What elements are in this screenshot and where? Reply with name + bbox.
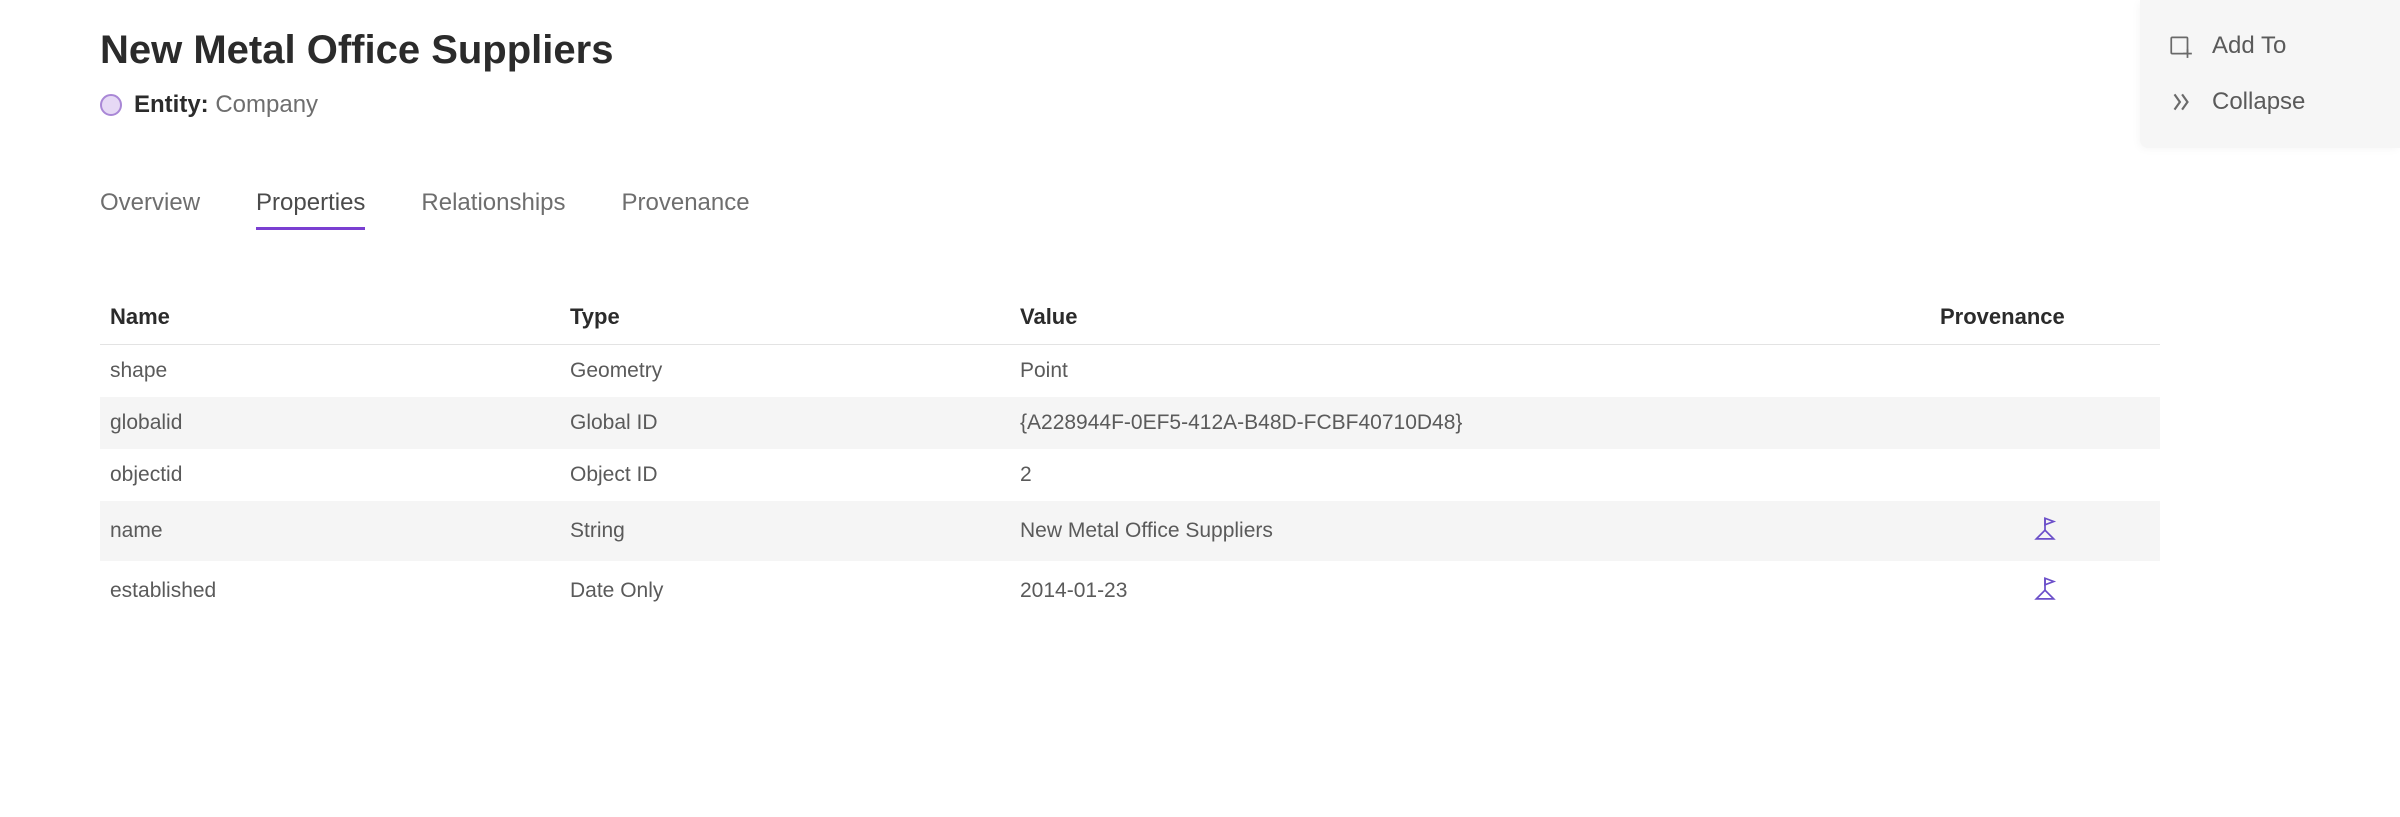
col-header-provenance[interactable]: Provenance — [1930, 290, 2160, 345]
cell-type: Global ID — [560, 397, 1010, 449]
tab-relationships[interactable]: Relationships — [421, 189, 565, 230]
add-to-label: Add To — [2212, 32, 2286, 60]
cell-value: {A228944F-0EF5-412A-B48D-FCBF40710D48} — [1010, 397, 1930, 449]
col-header-value[interactable]: Value — [1010, 290, 1930, 345]
cell-type: Geometry — [560, 345, 1010, 398]
col-header-type[interactable]: Type — [560, 290, 1010, 345]
entity-label: Entity: — [134, 91, 209, 118]
entity-type-row: Entity: Company — [100, 91, 2300, 119]
table-row[interactable]: nameStringNew Metal Office Suppliers — [100, 501, 2160, 561]
cell-provenance — [1930, 449, 2160, 501]
add-to-icon — [2168, 33, 2194, 59]
cell-type: Object ID — [560, 449, 1010, 501]
cell-name: globalid — [100, 397, 560, 449]
table-header-row: Name Type Value Provenance — [100, 290, 2160, 345]
collapse-label: Collapse — [2212, 88, 2305, 116]
page-title: New Metal Office Suppliers — [100, 28, 2300, 73]
cell-name: established — [100, 561, 560, 621]
cell-value: 2 — [1010, 449, 1930, 501]
provenance-icon[interactable] — [2032, 515, 2058, 541]
add-to-button[interactable]: Add To — [2140, 18, 2400, 74]
properties-table: Name Type Value Provenance shapeGeometry… — [100, 290, 2160, 621]
cell-value: New Metal Office Suppliers — [1010, 501, 1930, 561]
table-row[interactable]: objectidObject ID2 — [100, 449, 2160, 501]
entity-icon — [100, 94, 122, 116]
cell-provenance[interactable] — [1930, 561, 2160, 621]
table-row[interactable]: establishedDate Only2014-01-23 — [100, 561, 2160, 621]
table-row[interactable]: globalidGlobal ID{A228944F-0EF5-412A-B48… — [100, 397, 2160, 449]
tabs-row: Overview Properties Relationships Proven… — [100, 189, 2300, 230]
tab-properties[interactable]: Properties — [256, 189, 365, 230]
collapse-button[interactable]: Collapse — [2140, 74, 2400, 130]
cell-provenance — [1930, 345, 2160, 398]
tab-overview[interactable]: Overview — [100, 189, 200, 230]
cell-name: objectid — [100, 449, 560, 501]
cell-type: Date Only — [560, 561, 1010, 621]
cell-provenance — [1930, 397, 2160, 449]
cell-name: name — [100, 501, 560, 561]
entity-type-value: Company — [215, 91, 318, 118]
tab-provenance[interactable]: Provenance — [622, 189, 750, 230]
cell-provenance[interactable] — [1930, 501, 2160, 561]
actions-panel: Add To Collapse — [2140, 0, 2400, 148]
cell-value: 2014-01-23 — [1010, 561, 1930, 621]
collapse-icon — [2168, 89, 2194, 115]
cell-value: Point — [1010, 345, 1930, 398]
cell-type: String — [560, 501, 1010, 561]
cell-name: shape — [100, 345, 560, 398]
col-header-name[interactable]: Name — [100, 290, 560, 345]
table-row[interactable]: shapeGeometryPoint — [100, 345, 2160, 398]
provenance-icon[interactable] — [2032, 575, 2058, 601]
